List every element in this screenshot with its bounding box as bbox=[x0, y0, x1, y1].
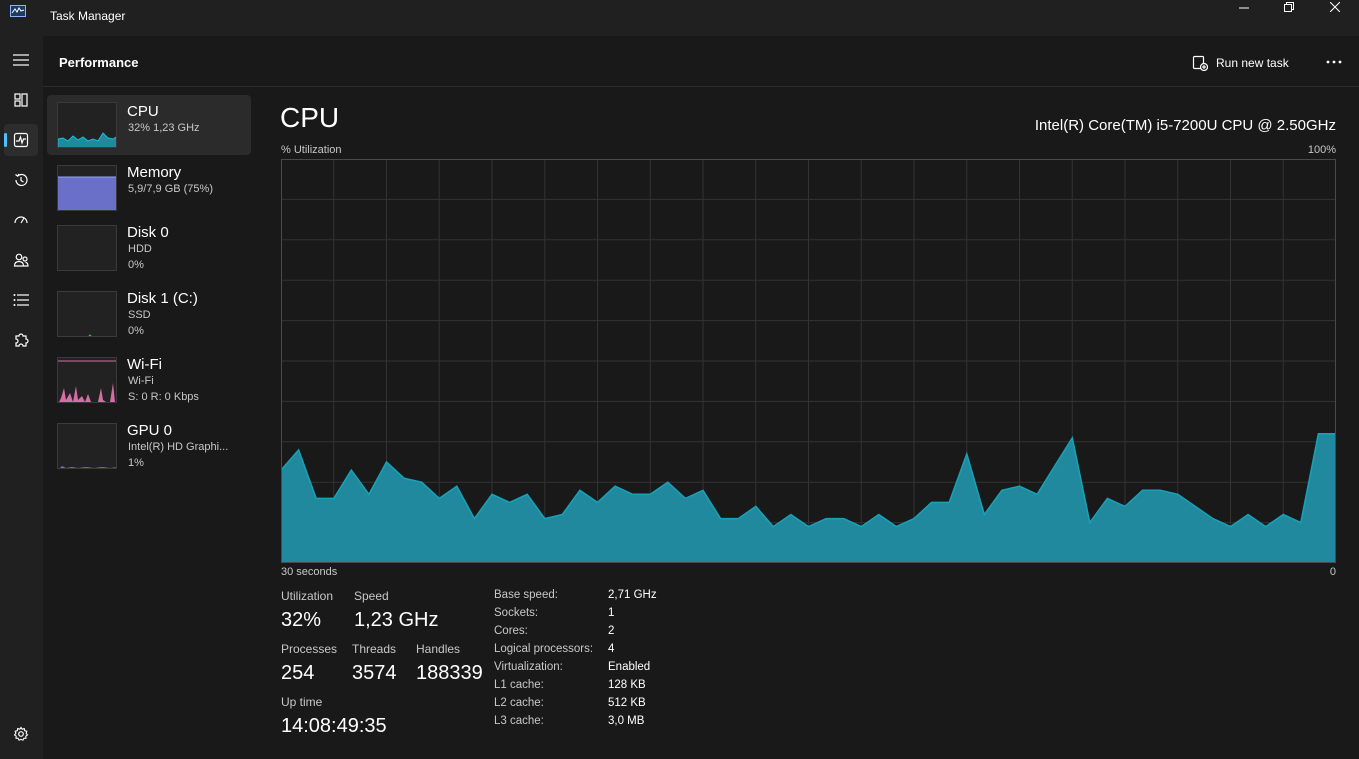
navigation-rail bbox=[0, 36, 43, 759]
page-header: Performance Run new task bbox=[43, 36, 1359, 87]
hamburger-menu-button[interactable] bbox=[4, 44, 38, 76]
minimize-icon bbox=[1239, 7, 1249, 9]
device-name: GPU 0 bbox=[127, 422, 173, 439]
main-panel: Performance Run new task CPU 32% 1,23 GH… bbox=[43, 36, 1359, 759]
device-throughput: S: 0 R: 0 Kbps bbox=[128, 391, 199, 403]
cpu-model: Intel(R) Core(TM) i5-7200U CPU @ 2.50GHz bbox=[1034, 117, 1336, 134]
cpu-panel-title: CPU bbox=[280, 102, 340, 133]
speed-label: Speed bbox=[354, 589, 389, 603]
nav-details[interactable] bbox=[4, 284, 38, 316]
list-icon bbox=[13, 294, 29, 306]
spec-key-l3-cache: L3 cache: bbox=[494, 715, 544, 727]
spec-value-logical-processors: 4 bbox=[608, 643, 615, 655]
processes-value: 254 bbox=[281, 662, 315, 684]
processes-icon bbox=[14, 93, 28, 107]
handles-label: Handles bbox=[416, 642, 461, 656]
nav-app-history[interactable] bbox=[4, 164, 38, 196]
x-axis-left-label: 30 seconds bbox=[281, 566, 338, 578]
nav-processes[interactable] bbox=[4, 84, 38, 116]
run-new-task-label: Run new task bbox=[1216, 56, 1289, 70]
device-detail: 32% 1,23 GHz bbox=[128, 122, 200, 134]
disk1-thumbnail bbox=[57, 291, 117, 337]
spec-value-sockets: 1 bbox=[608, 607, 615, 619]
minimize-button[interactable] bbox=[1221, 0, 1267, 14]
disk0-thumbnail bbox=[57, 225, 117, 271]
spec-value-cores: 2 bbox=[608, 625, 615, 637]
spec-key-l2-cache: L2 cache: bbox=[494, 697, 544, 709]
spec-key-logical-processors: Logical processors: bbox=[494, 643, 594, 655]
run-new-task-icon bbox=[1192, 55, 1208, 71]
speedometer-icon bbox=[14, 216, 28, 224]
cpu-utilization-graph bbox=[281, 159, 1336, 563]
processes-label: Processes bbox=[281, 642, 338, 656]
spec-key-cores: Cores: bbox=[494, 625, 528, 637]
hamburger-icon bbox=[13, 54, 29, 66]
device-type: Wi-Fi bbox=[128, 375, 154, 387]
uptime-label: Up time bbox=[281, 695, 323, 709]
threads-label: Threads bbox=[352, 642, 397, 656]
device-name: Disk 0 bbox=[127, 224, 169, 241]
device-detail: 5,9/7,9 GB (75%) bbox=[128, 183, 213, 195]
nav-services[interactable] bbox=[4, 324, 38, 356]
spec-key-sockets: Sockets: bbox=[494, 607, 539, 619]
device-usage: 0% bbox=[128, 259, 144, 271]
device-usage: 1% bbox=[128, 457, 144, 469]
handles-value: 188339 bbox=[416, 662, 483, 684]
puzzle-icon bbox=[15, 333, 29, 347]
history-icon bbox=[15, 173, 28, 187]
uptime-value: 14:08:49:35 bbox=[281, 715, 387, 737]
device-usage: 0% bbox=[128, 325, 144, 337]
run-new-task-button[interactable]: Run new task bbox=[1192, 52, 1289, 74]
device-cpu[interactable]: CPU 32% 1,23 GHz bbox=[47, 95, 251, 155]
nav-performance[interactable] bbox=[4, 124, 38, 156]
device-wifi[interactable]: Wi-Fi Wi-Fi S: 0 R: 0 Kbps bbox=[47, 351, 251, 411]
utilization-label: Utilization bbox=[281, 589, 334, 603]
gpu0-thumbnail bbox=[57, 423, 117, 469]
window-title: Task Manager bbox=[50, 9, 126, 23]
spec-key-virtualization: Virtualization: bbox=[494, 661, 563, 673]
settings-gear-icon bbox=[13, 726, 29, 741]
spec-value-base-speed: 2,71 GHz bbox=[608, 589, 657, 601]
nav-startup-apps[interactable] bbox=[4, 204, 38, 236]
device-name: CPU bbox=[127, 103, 159, 120]
spec-key-l1-cache: L1 cache: bbox=[494, 679, 544, 691]
spec-key-base-speed: Base speed: bbox=[494, 589, 558, 601]
restore-button[interactable] bbox=[1266, 0, 1312, 14]
nav-settings[interactable] bbox=[4, 718, 38, 750]
utilization-value: 32% bbox=[281, 609, 322, 631]
device-gpu0[interactable]: GPU 0 Intel(R) HD Graphi... 1% bbox=[47, 417, 251, 477]
device-memory[interactable]: Memory 5,9/7,9 GB (75%) bbox=[47, 159, 251, 219]
memory-thumbnail bbox=[57, 165, 117, 211]
speed-value: 1,23 GHz bbox=[354, 609, 439, 631]
wifi-thumbnail bbox=[57, 357, 117, 403]
y-axis-label: % Utilization bbox=[281, 144, 342, 156]
device-disk0[interactable]: Disk 0 HDD 0% bbox=[47, 219, 251, 279]
threads-value: 3574 bbox=[352, 662, 397, 684]
more-options-icon bbox=[1326, 60, 1342, 64]
device-model: Intel(R) HD Graphi... bbox=[128, 441, 229, 453]
device-name: Disk 1 (C:) bbox=[127, 290, 198, 307]
y-axis-max-label: 100% bbox=[1307, 144, 1336, 156]
spec-value-virtualization: Enabled bbox=[608, 661, 651, 673]
users-icon bbox=[13, 253, 29, 267]
device-name: Wi-Fi bbox=[127, 356, 162, 373]
more-options-button[interactable] bbox=[1321, 52, 1347, 72]
device-name: Memory bbox=[127, 164, 182, 181]
restore-icon bbox=[1284, 2, 1294, 12]
title-bar: Task Manager bbox=[0, 0, 1359, 36]
close-button[interactable] bbox=[1312, 0, 1358, 14]
spec-value-l3-cache: 3,0 MB bbox=[608, 715, 645, 727]
x-axis-right-label: 0 bbox=[1329, 566, 1336, 578]
spec-value-l2-cache: 512 KB bbox=[608, 697, 646, 709]
task-manager-app-icon bbox=[10, 4, 26, 17]
page-title: Performance bbox=[59, 55, 139, 70]
device-type: SSD bbox=[128, 309, 151, 321]
cpu-thumbnail bbox=[57, 102, 117, 148]
close-icon bbox=[1330, 2, 1340, 12]
spec-value-l1-cache: 128 KB bbox=[608, 679, 646, 691]
device-type: HDD bbox=[128, 243, 152, 255]
performance-icon bbox=[13, 132, 29, 148]
nav-users[interactable] bbox=[4, 244, 38, 276]
device-disk1[interactable]: Disk 1 (C:) SSD 0% bbox=[47, 285, 251, 345]
